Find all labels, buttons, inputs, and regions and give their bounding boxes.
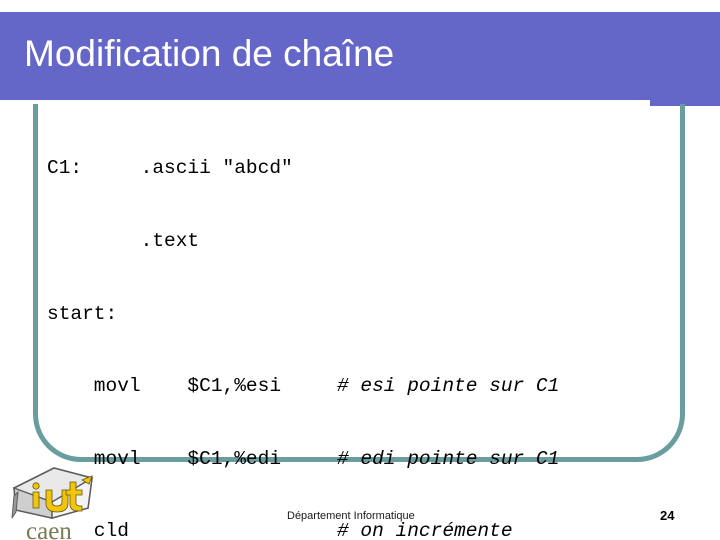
code-mnemonic: .text — [47, 230, 200, 252]
page-title: Modification de chaîne — [24, 33, 395, 74]
code-row: start: — [47, 302, 707, 326]
code-row: cld # on incrémente — [47, 519, 707, 540]
slide: Modification de chaîne C1: .ascii "abcd"… — [0, 0, 720, 540]
code-row: C1: .ascii "abcd" — [47, 156, 707, 180]
code-row: movl $C1,%edi # edi pointe sur C1 — [47, 447, 707, 471]
code-comment: # edi pointe sur C1 — [337, 447, 560, 470]
code-row: movl $C1,%esi # esi pointe sur C1 — [47, 374, 707, 398]
code-block: C1: .ascii "abcd" .text start: movl $C1,… — [47, 108, 707, 540]
code-mnemonic: movl $C1,%esi — [47, 375, 282, 398]
code-row: .text — [47, 229, 707, 253]
code-mnemonic: start: — [47, 302, 118, 325]
page-number: 24 — [660, 508, 675, 523]
code-mnemonic: C1: .ascii "abcd" — [47, 157, 293, 180]
logo-city-label: caen — [26, 518, 72, 540]
code-comment: # on incrémente — [337, 520, 513, 540]
code-comment: # esi pointe sur C1 — [337, 375, 560, 398]
iut-caen-logo: caen — [8, 462, 100, 540]
footer-department: Département Informatique — [287, 510, 415, 522]
